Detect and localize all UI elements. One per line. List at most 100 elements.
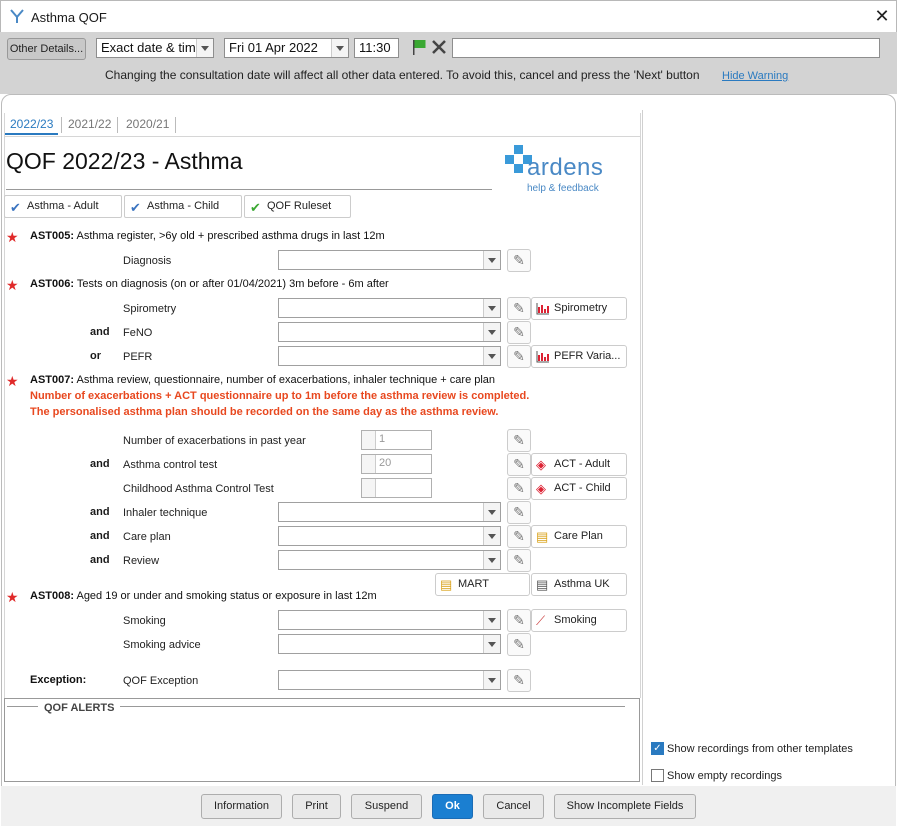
care-plan-select[interactable] [278,526,501,546]
diagnosis-label: Diagnosis [123,255,172,267]
rule-code: AST006: [30,278,75,290]
document-icon: ▤ [536,577,549,592]
pencil-icon[interactable]: ✎ [507,477,531,500]
chip-asthma-child[interactable]: ✔ Asthma - Child [124,195,242,218]
pencil-icon[interactable]: ✎ [507,297,531,320]
conj-or: or [90,350,101,362]
rule-text: Aged 19 or under and smoking status or e… [74,590,377,602]
rule-ast007: AST007: Asthma review, questionnaire, nu… [30,374,495,386]
diagnosis-select[interactable] [278,250,501,270]
pefr-variability-button[interactable]: PEFR Varia... [531,345,627,368]
tab-2021-22[interactable]: 2021/22 [63,113,116,135]
chip-qof-ruleset[interactable]: ✔ QOF Ruleset [244,195,351,218]
pencil-icon[interactable]: ✎ [507,525,531,548]
cact-input[interactable] [361,478,432,498]
help-feedback-link[interactable]: help & feedback [527,183,599,194]
pencil-icon[interactable]: ✎ [507,549,531,572]
care-plan-button[interactable]: ▤ Care Plan [531,525,627,548]
smoking-advice-select[interactable] [278,634,501,654]
chevron-down-icon [483,299,500,317]
required-star-icon: ★ [6,277,19,293]
check-icon: ✔ [250,200,261,215]
pencil-icon[interactable]: ✎ [507,501,531,524]
spirometry-button[interactable]: Spirometry [531,297,627,320]
exception-heading: Exception: [30,674,87,686]
button-label: MART [458,578,489,590]
free-text-field[interactable] [452,38,880,58]
spirometry-select[interactable] [278,298,501,318]
conj-and: and [90,458,110,470]
chevron-down-icon [483,611,500,629]
cancel-button[interactable]: Cancel [483,794,544,819]
window-title: Asthma QOF [31,10,107,25]
smoking-button[interactable]: ⟋ Smoking [531,609,627,632]
pencil-icon[interactable]: ✎ [507,321,531,344]
act-input[interactable]: 20 [361,454,432,474]
clear-x-icon[interactable] [431,38,447,56]
pencil-icon[interactable]: ✎ [507,345,531,368]
information-button[interactable]: Information [201,794,282,819]
show-empty-checkbox[interactable] [651,769,664,782]
suspend-button[interactable]: Suspend [351,794,422,819]
date-picker[interactable]: Fri 01 Apr 2022 [224,38,349,58]
pefr-select[interactable] [278,346,501,366]
rule-code: AST005: [30,230,75,242]
chart-icon [536,303,549,315]
time-field[interactable]: 11:30 [354,38,399,58]
chip-label: QOF Ruleset [267,200,332,212]
act-child-button[interactable]: ◈ ACT - Child [531,477,627,500]
flag-icon[interactable] [410,38,428,56]
review-select[interactable] [278,550,501,570]
exacerbations-input[interactable]: 1 [361,430,432,450]
other-details-button[interactable]: Other Details... [7,38,86,60]
button-label: ACT - Child [554,482,611,494]
cact-label: Childhood Asthma Control Test [123,483,274,495]
print-button[interactable]: Print [292,794,341,819]
chevron-down-icon [483,347,500,365]
close-icon[interactable]: ✕ [873,6,891,27]
qof-exception-select[interactable] [278,670,501,690]
pencil-icon[interactable]: ✎ [507,453,531,476]
tab-2020-21[interactable]: 2020/21 [121,113,174,135]
rule-text: Asthma register, >6y old + prescribed as… [74,230,385,242]
pencil-icon[interactable]: ✎ [507,609,531,632]
document-icon: ▤ [440,577,453,592]
ok-button[interactable]: Ok [432,794,473,819]
rule-ast008: AST008: Aged 19 or under and smoking sta… [30,590,377,602]
chip-asthma-adult[interactable]: ✔ Asthma - Adult [4,195,122,218]
conj-and: and [90,530,110,542]
rule-text: Tests on diagnosis (on or after 01/04/20… [74,278,389,290]
show-incomplete-fields-button[interactable]: Show Incomplete Fields [554,794,696,819]
review-label: Review [123,555,160,567]
chevron-down-icon [483,671,500,689]
panel-divider [642,110,643,785]
asthma-uk-button[interactable]: ▤ Asthma UK [531,573,627,596]
smoking-select[interactable] [278,610,501,630]
rule-ast006: AST006: Tests on diagnosis (on or after … [30,278,389,290]
feno-select[interactable] [278,322,501,342]
inhaler-select[interactable] [278,502,501,522]
check-icon: ✔ [130,200,141,215]
mart-button[interactable]: ▤ MART [435,573,530,596]
app-logo-icon [10,9,24,23]
care-plan-label: Care plan [123,531,171,543]
show-other-checkbox[interactable]: ✓ [651,742,664,755]
chevron-down-icon [483,551,500,569]
document-icon: ▤ [536,529,549,544]
pencil-icon[interactable]: ✎ [507,633,531,656]
check-icon: ✔ [10,200,21,215]
content-border-right [640,113,641,698]
rule-ast005: AST005: Asthma register, >6y old + presc… [30,230,385,242]
conj-and: and [90,506,110,518]
pencil-icon[interactable]: ✎ [507,429,531,452]
consultation-toolbar: Other Details... Exact date & time Fri 0… [0,32,897,94]
date-mode-select[interactable]: Exact date & time [96,38,214,58]
ardens-logo-text[interactable]: ardens [527,154,603,182]
act-adult-button[interactable]: ◈ ACT - Adult [531,453,627,476]
hide-warning-link[interactable]: Hide Warning [722,70,788,82]
pencil-icon[interactable]: ✎ [507,249,531,272]
pencil-icon[interactable]: ✎ [507,669,531,692]
tab-separator [61,117,62,133]
tab-2022-23[interactable]: 2022/23 [5,113,59,135]
tab-underline [4,136,640,137]
